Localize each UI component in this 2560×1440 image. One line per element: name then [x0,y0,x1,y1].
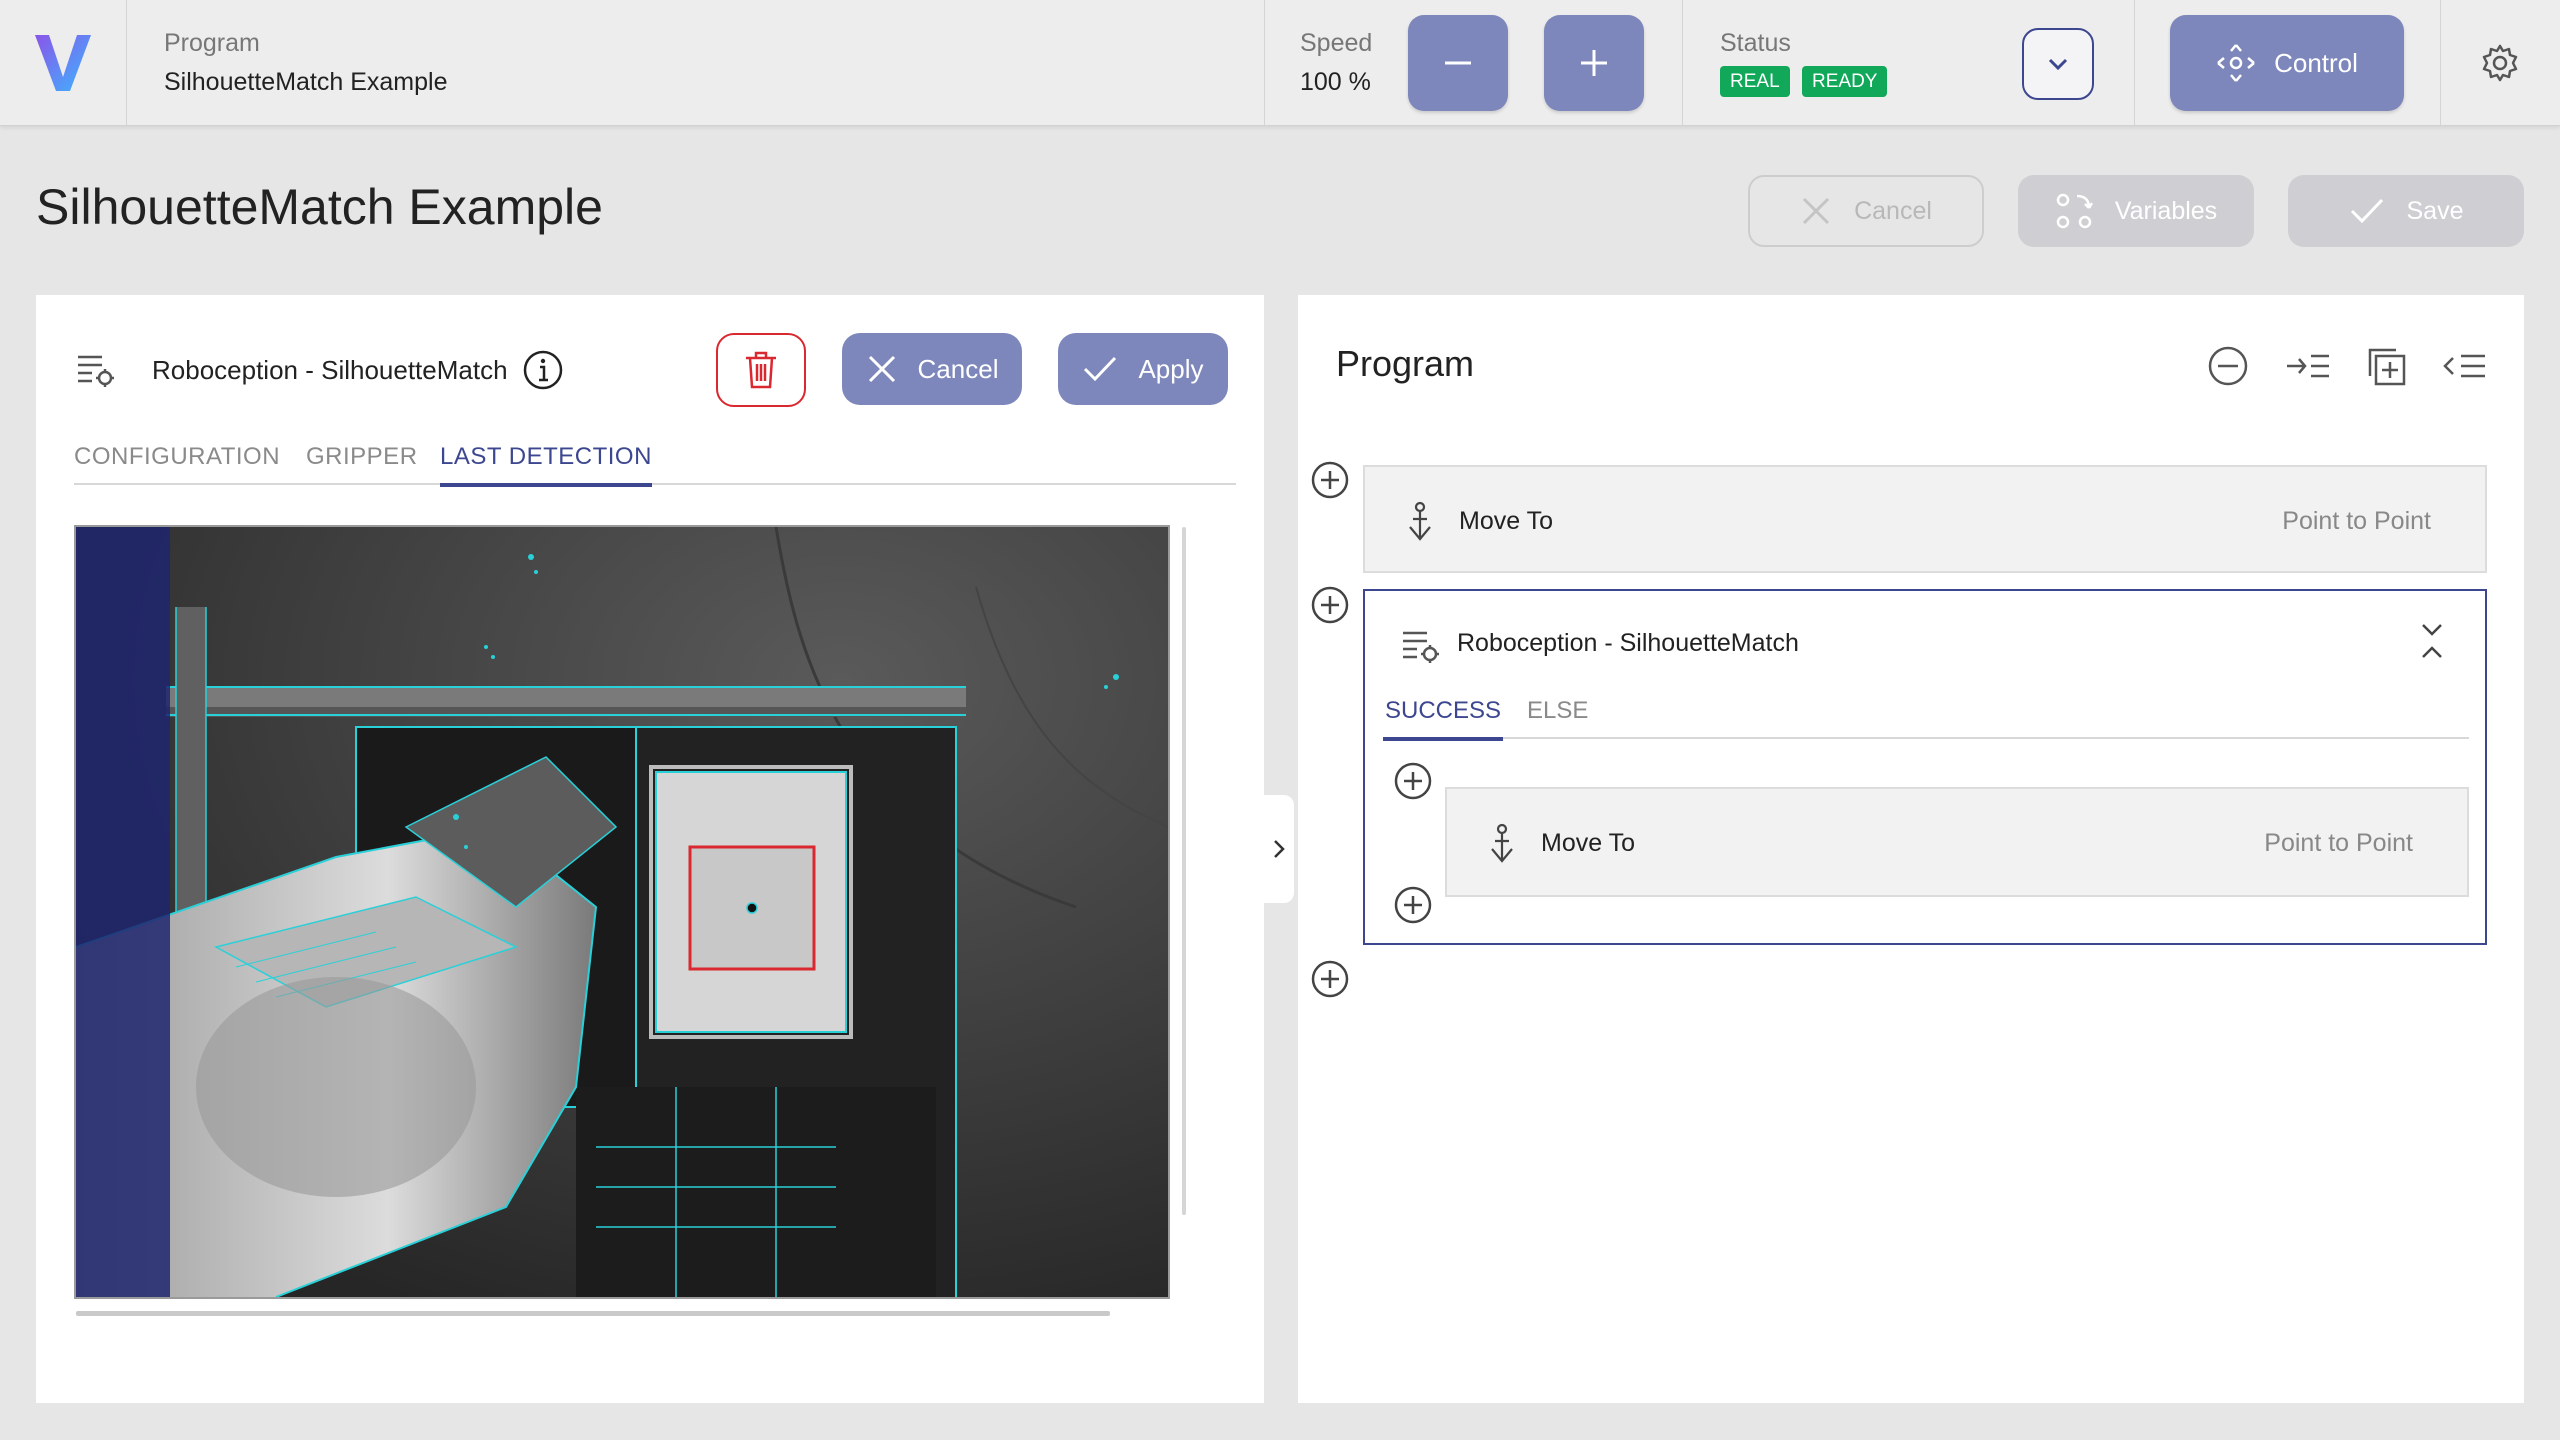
block-title: Roboception - SilhouetteMatch [1457,629,1799,657]
editor-cancel-label: Cancel [917,353,999,384]
tab-gripper[interactable]: GRIPPER [306,443,418,483]
add-circle-icon [1311,586,1349,624]
detection-image-graphic [76,527,1168,1297]
minus-icon [1445,61,1471,65]
chevron-right-icon [1274,840,1285,858]
add-circle-icon [1311,461,1349,499]
step-label: Move To [1459,507,1554,535]
logo-icon [35,34,91,91]
app-logo[interactable] [0,0,127,125]
collapse-icon[interactable] [2417,621,2447,661]
indent-button[interactable] [2282,340,2334,392]
duplicate-button[interactable] [2360,340,2412,392]
page-cancel-button[interactable]: Cancel [1748,175,1984,247]
program-info: Program SilhouetteMatch Example [126,0,1265,125]
program-step-move-to[interactable]: Move To Point to Point [1363,465,2487,573]
program-label: Program [164,29,260,57]
step-editor-panel: Roboception - SilhouetteMatch Cancel App… [36,295,1264,1403]
variables-icon [2056,193,2093,229]
list-settings-icon [1403,631,1439,663]
add-step-button[interactable] [1393,885,1433,925]
editor-title: Roboception - SilhouetteMatch [152,355,508,385]
plus-icon [1581,50,1607,76]
settings-button[interactable] [2440,0,2560,125]
outdent-button[interactable] [2438,340,2490,392]
editor-tabs: CONFIGURATION GRIPPER LAST DETECTION [74,443,1236,487]
trash-icon [746,351,776,389]
step-type: Point to Point [2282,507,2431,535]
chevron-down-icon [2048,58,2068,71]
speed-section: Speed 100 % [1264,0,1683,125]
block-tabs: SUCCESS ELSE [1383,697,2469,741]
page-cancel-label: Cancel [1854,196,1932,225]
speed-decrease-button[interactable] [1408,15,1508,111]
program-step-silhouettematch[interactable]: Roboception - SilhouetteMatch SUCCESS EL… [1363,589,2487,945]
collapse-panel-toggle[interactable] [1264,795,1294,903]
top-bar: Program SilhouetteMatch Example Speed 10… [0,0,2560,126]
add-step-button[interactable] [1310,460,1350,500]
image-horizontal-scrollbar[interactable] [76,1311,1110,1316]
anchor-icon [1491,823,1513,863]
remove-step-button[interactable] [2202,340,2254,392]
save-label: Save [2406,196,2464,225]
copy-add-icon [2368,348,2406,386]
add-circle-icon [1394,762,1432,800]
list-settings-icon [78,355,114,387]
tab-last-detection[interactable]: LAST DETECTION [440,443,652,487]
move-icon [2217,44,2255,82]
outdent-icon [2443,354,2485,378]
gear-icon [2482,44,2518,81]
add-step-button[interactable] [1393,761,1433,801]
control-label: Control [2274,47,2358,78]
close-icon [1803,197,1830,225]
status-label: Status [1720,29,1791,57]
control-button[interactable]: Control [2170,15,2404,111]
status-badge-ready: READY [1802,66,1888,97]
variables-button[interactable]: Variables [2018,175,2254,247]
check-icon [2350,198,2383,224]
control-section: Control [2134,0,2441,125]
indent-icon [2287,354,2329,378]
apply-label: Apply [1138,353,1204,384]
tab-success[interactable]: SUCCESS [1383,697,1504,741]
delete-step-button[interactable] [716,333,806,407]
variables-label: Variables [2114,196,2218,225]
status-dropdown-button[interactable] [2022,28,2094,100]
save-button[interactable]: Save [2288,175,2524,247]
step-type: Point to Point [2264,829,2413,857]
status-section: Status REAL READY [1682,0,2135,125]
add-step-button[interactable] [1310,959,1350,999]
tab-configuration[interactable]: CONFIGURATION [74,443,280,483]
program-name: SilhouetteMatch Example [164,68,448,96]
apply-button[interactable]: Apply [1058,333,1228,405]
add-step-button[interactable] [1310,585,1350,625]
program-step-move-to-nested[interactable]: Move To Point to Point [1445,787,2469,897]
image-vertical-scrollbar[interactable] [1182,527,1186,1215]
add-circle-icon [1311,960,1349,998]
page-title: SilhouetteMatch Example [36,179,603,235]
add-circle-icon [1394,886,1432,924]
remove-circle-icon [2208,346,2248,386]
speed-value: 100 % [1300,68,1371,96]
speed-increase-button[interactable] [1544,15,1644,111]
program-title: Program [1336,343,1475,384]
speed-label: Speed [1300,29,1373,57]
anchor-icon [1409,501,1431,541]
detection-image [74,525,1170,1299]
editor-cancel-button[interactable]: Cancel [842,333,1022,405]
step-label: Move To [1541,829,1636,857]
status-badge-real: REAL [1720,66,1790,97]
close-icon [868,355,895,383]
program-panel: Program Move To Point to Point Robocepti… [1298,295,2524,1403]
info-icon[interactable] [522,349,564,391]
tab-else[interactable]: ELSE [1527,697,1588,737]
check-icon [1084,356,1117,382]
